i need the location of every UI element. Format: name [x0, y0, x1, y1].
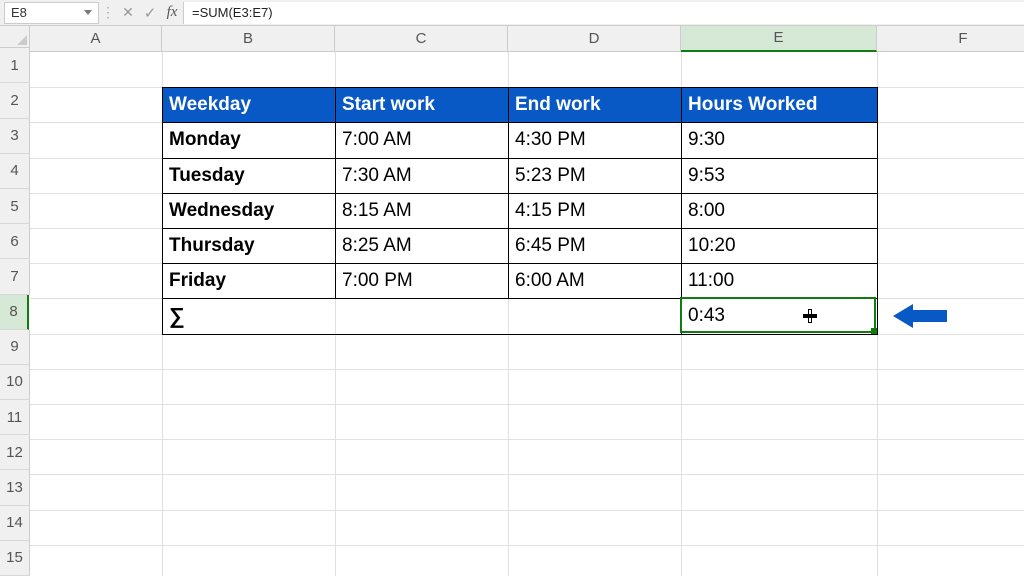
- cell-end[interactable]: 6:00 AM: [509, 264, 682, 299]
- table-row: Tuesday7:30 AM5:23 PM9:53: [163, 158, 878, 193]
- cell-end[interactable]: 4:15 PM: [509, 193, 682, 228]
- formula-input[interactable]: =SUM(E3:E7): [183, 2, 1024, 24]
- col-head-B[interactable]: B: [162, 26, 335, 52]
- divider: ⋮: [99, 0, 117, 25]
- name-box[interactable]: E8: [4, 2, 99, 24]
- column-headers: ABCDEF: [30, 26, 1024, 52]
- arrow-icon: [893, 304, 947, 328]
- row-head-11[interactable]: 11: [0, 400, 30, 435]
- row-head-14[interactable]: 14: [0, 506, 30, 541]
- formula-bar: E8 ⋮ ✕ ✓ fx =SUM(E3:E7): [0, 0, 1024, 26]
- row-headers: 123456789101112131415: [0, 48, 30, 576]
- col-head-C[interactable]: C: [335, 26, 508, 52]
- cell-end[interactable]: 6:45 PM: [509, 228, 682, 263]
- row-head-10[interactable]: 10: [0, 365, 30, 400]
- cell-hours[interactable]: 11:00: [682, 264, 878, 299]
- row-head-5[interactable]: 5: [0, 189, 30, 224]
- row-head-15[interactable]: 15: [0, 541, 30, 576]
- cell-hours[interactable]: 8:00: [682, 193, 878, 228]
- table-row: Wednesday8:15 AM4:15 PM8:00: [163, 193, 878, 228]
- chevron-down-icon[interactable]: [84, 10, 92, 15]
- table-row: Thursday8:25 AM6:45 PM10:20: [163, 228, 878, 263]
- table-header-row: Weekday Start work End work Hours Worked: [163, 88, 878, 123]
- cell-start[interactable]: 7:00 PM: [336, 264, 509, 299]
- formula-text: =SUM(E3:E7): [192, 5, 273, 20]
- col-head-D[interactable]: D: [508, 26, 681, 52]
- data-table: Weekday Start work End work Hours Worked…: [162, 87, 878, 334]
- header-weekday[interactable]: Weekday: [163, 88, 336, 123]
- row-head-6[interactable]: 6: [0, 224, 30, 259]
- header-hours[interactable]: Hours Worked: [682, 88, 878, 123]
- cell-start[interactable]: 8:15 AM: [336, 193, 509, 228]
- grid-area: 123456789101112131415 ABCDEF Weekday Sta…: [0, 26, 1024, 576]
- sheet[interactable]: Weekday Start work End work Hours Worked…: [30, 52, 1024, 576]
- cell-weekday[interactable]: Friday: [163, 264, 336, 299]
- cell-end[interactable]: 4:30 PM: [509, 123, 682, 158]
- row-head-2[interactable]: 2: [0, 83, 30, 118]
- cell-weekday[interactable]: Monday: [163, 123, 336, 158]
- sigma-cell[interactable]: ∑: [163, 299, 682, 334]
- cell-weekday[interactable]: Thursday: [163, 228, 336, 263]
- cell-start[interactable]: 7:30 AM: [336, 158, 509, 193]
- row-head-9[interactable]: 9: [0, 330, 30, 365]
- header-end[interactable]: End work: [509, 88, 682, 123]
- table-row: Friday7:00 PM6:00 AM11:00: [163, 264, 878, 299]
- cell-weekday[interactable]: Wednesday: [163, 193, 336, 228]
- fx-icon[interactable]: fx: [161, 2, 183, 24]
- sum-row: ∑0:43: [163, 299, 878, 334]
- cell-end[interactable]: 5:23 PM: [509, 158, 682, 193]
- cancel-icon[interactable]: ✕: [117, 2, 139, 24]
- cell-hours[interactable]: 10:20: [682, 228, 878, 263]
- row-head-13[interactable]: 13: [0, 470, 30, 505]
- col-head-F[interactable]: F: [877, 26, 1024, 52]
- select-all-corner[interactable]: [0, 26, 30, 48]
- cell-start[interactable]: 8:25 AM: [336, 228, 509, 263]
- name-box-value: E8: [11, 5, 27, 20]
- cell-hours[interactable]: 9:30: [682, 123, 878, 158]
- table-row: Monday7:00 AM4:30 PM9:30: [163, 123, 878, 158]
- header-start[interactable]: Start work: [336, 88, 509, 123]
- check-icon[interactable]: ✓: [139, 2, 161, 24]
- row-head-8[interactable]: 8: [0, 295, 29, 330]
- sum-hours-cell[interactable]: 0:43: [682, 299, 878, 334]
- col-head-A[interactable]: A: [30, 26, 162, 52]
- row-head-3[interactable]: 3: [0, 119, 30, 154]
- row-head-7[interactable]: 7: [0, 259, 30, 294]
- cell-weekday[interactable]: Tuesday: [163, 158, 336, 193]
- col-head-E[interactable]: E: [681, 26, 877, 52]
- cell-hours[interactable]: 9:53: [682, 158, 878, 193]
- row-head-12[interactable]: 12: [0, 435, 30, 470]
- row-head-4[interactable]: 4: [0, 154, 30, 189]
- row-head-1[interactable]: 1: [0, 48, 30, 83]
- cell-start[interactable]: 7:00 AM: [336, 123, 509, 158]
